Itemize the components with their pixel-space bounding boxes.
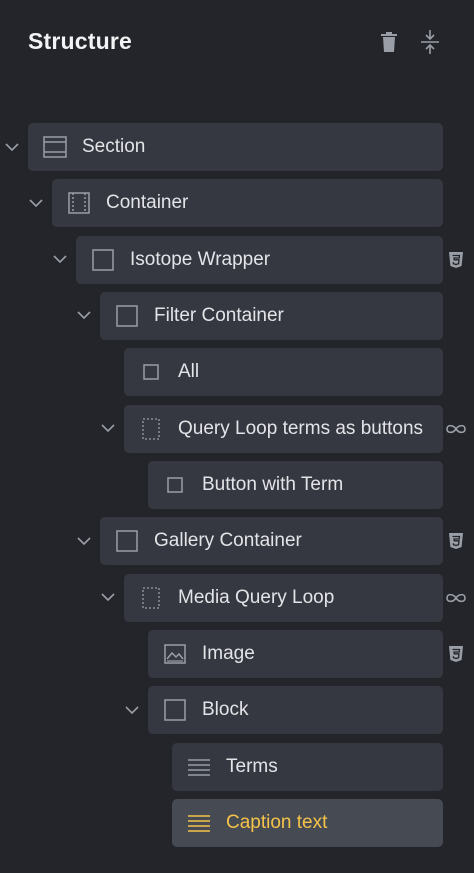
tree-item-label: Block (202, 699, 249, 721)
tree-item-container[interactable]: Container (52, 179, 443, 228)
tree-item-label: Terms (226, 755, 278, 777)
text-lines-icon (186, 754, 212, 780)
button-icon (138, 359, 164, 385)
chevron-down-icon[interactable] (120, 698, 144, 722)
div-icon (114, 528, 140, 554)
tree-item-label: Isotope Wrapper (130, 248, 271, 270)
tree-row: Media Query Loop (0, 573, 474, 622)
trash-icon (381, 32, 397, 52)
section-icon (42, 134, 68, 160)
tree-row: Image (0, 629, 474, 678)
loop-box-icon (138, 416, 164, 442)
chevron-down-icon[interactable] (72, 304, 96, 328)
image-icon (162, 641, 188, 667)
tree-row: Filter Container (0, 291, 474, 340)
tree-item-label: Query Loop terms as buttons (178, 417, 424, 439)
tree-item-section[interactable]: Section (28, 123, 443, 171)
tree-row: Query Loop terms as buttons (0, 404, 474, 453)
tree-row: Terms (0, 742, 474, 791)
tree-row: Button with Term (0, 460, 474, 509)
tree-item-label: Filter Container (154, 304, 284, 326)
collapse-all-button[interactable] (416, 28, 444, 56)
tree-item-label: Section (82, 136, 146, 157)
tree-item-label: Gallery Container (154, 530, 302, 552)
chevron-down-icon[interactable] (72, 529, 96, 553)
tree-row: Caption text (0, 798, 474, 847)
tree-item-block[interactable]: Block (148, 686, 443, 735)
tree-item-button-with-term[interactable]: Button with Term (148, 460, 443, 509)
chevron-down-icon[interactable] (96, 586, 120, 610)
tree-item-query-loop-terms-as-buttons[interactable]: Query Loop terms as buttons (124, 404, 443, 453)
tree-item-media-query-loop[interactable]: Media Query Loop (124, 573, 443, 622)
button-icon (162, 472, 188, 498)
tree-item-all[interactable]: All (124, 348, 443, 397)
chevron-down-icon[interactable] (24, 191, 48, 215)
tree-item-filter-container[interactable]: Filter Container (100, 291, 443, 340)
tree-item-label: Media Query Loop (178, 586, 335, 608)
tree-item-label: Image (202, 642, 255, 664)
tree-row: All (0, 348, 474, 397)
tree-item-isotope-wrapper[interactable]: Isotope Wrapper (76, 235, 443, 284)
tree-item-image[interactable]: Image (148, 629, 443, 678)
tree-item-label: Caption text (226, 811, 328, 833)
container-icon (66, 190, 92, 216)
tree-row: Container (0, 179, 474, 228)
panel-title: Structure (28, 28, 133, 54)
tree-row: Section (0, 123, 474, 171)
infinity-icon (444, 586, 468, 610)
infinity-icon (444, 417, 468, 441)
tree-row: Gallery Container (0, 517, 474, 566)
css-badge-icon (444, 642, 468, 666)
text-lines-icon (186, 810, 212, 836)
chevron-down-icon[interactable] (96, 417, 120, 441)
panel-header: Structure (0, 0, 474, 90)
tree-item-label: Button with Term (202, 473, 344, 495)
tree-item-terms[interactable]: Terms (172, 742, 443, 791)
div-icon (114, 303, 140, 329)
tree-item-label: Container (106, 192, 189, 214)
collapse-icon (421, 30, 439, 54)
div-icon (162, 697, 188, 723)
tree-item-label: All (178, 361, 200, 383)
css-badge-icon (444, 529, 468, 553)
tree-item-gallery-container[interactable]: Gallery Container (100, 517, 443, 566)
delete-button[interactable] (375, 28, 403, 56)
tree-row: Isotope Wrapper (0, 235, 474, 284)
loop-box-icon (138, 585, 164, 611)
tree-row: Block (0, 686, 474, 735)
tree-item-caption-text[interactable]: Caption text (172, 798, 443, 847)
chevron-down-icon[interactable] (48, 248, 72, 272)
css-badge-icon (444, 248, 468, 272)
div-icon (90, 247, 116, 273)
chevron-down-icon[interactable] (0, 135, 24, 159)
